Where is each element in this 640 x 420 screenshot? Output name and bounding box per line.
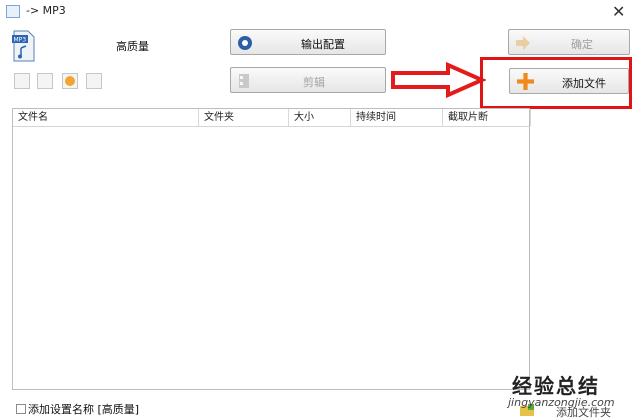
clear-list-icon[interactable]: [37, 73, 53, 89]
table-header: 文件名 文件夹 大小 持续时间 截取片断: [13, 109, 531, 127]
arrow-right-icon: [516, 36, 530, 50]
watermark-url: jingyanzongjie.com: [508, 396, 615, 409]
svg-text:MP3: MP3: [14, 37, 27, 44]
output-config-label: 输出配置: [301, 38, 345, 51]
clip-film-icon: [239, 74, 249, 88]
watermark-title: 经验总结: [512, 374, 600, 398]
column-filename[interactable]: 文件名: [13, 109, 199, 126]
highlight-box: [480, 57, 632, 109]
file-list-table[interactable]: 文件名 文件夹 大小 持续时间 截取片断: [12, 108, 531, 390]
profile-name: 高质量: [116, 40, 149, 53]
clip-label: 剪辑: [303, 76, 325, 89]
gear-icon: [238, 36, 252, 50]
column-folder[interactable]: 文件夹: [199, 109, 289, 126]
clip-button[interactable]: 剪辑: [230, 67, 386, 93]
add-setting-name-label: 添加设置名称 [高质量]: [28, 403, 140, 416]
add-setting-name-checkbox[interactable]: [16, 404, 26, 414]
output-config-button[interactable]: 输出配置: [230, 29, 386, 55]
red-arrow-annotation: [391, 62, 486, 98]
remove-file-icon[interactable]: [14, 73, 30, 89]
column-duration[interactable]: 持续时间: [351, 109, 443, 126]
title-bar: [0, 0, 640, 24]
mp3-file-icon: MP3: [12, 30, 35, 62]
media-info-icon[interactable]: [86, 73, 102, 89]
confirm-button[interactable]: 确定: [508, 29, 630, 55]
play-glyph-icon: [65, 76, 75, 86]
confirm-label: 确定: [571, 38, 593, 51]
app-icon: [6, 5, 20, 18]
close-icon[interactable]: ✕: [612, 2, 625, 21]
column-size[interactable]: 大小: [289, 109, 351, 126]
column-clip-segment[interactable]: 截取片断: [443, 109, 531, 126]
window-title: -> MP3: [26, 4, 66, 17]
play-icon[interactable]: [62, 73, 78, 89]
